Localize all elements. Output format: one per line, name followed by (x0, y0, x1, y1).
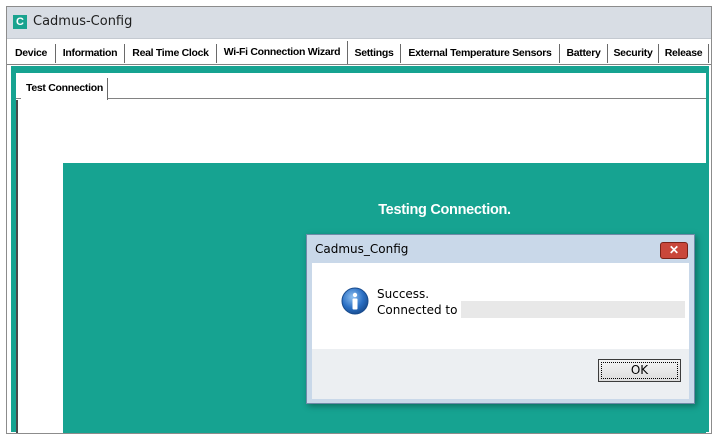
window-title: Cadmus-Config (33, 14, 133, 29)
tab-external-temperature-sensors[interactable]: External Temperature Sensors (401, 44, 560, 63)
info-icon (341, 287, 369, 315)
sub-tab-strip: Test Connection (16, 73, 706, 100)
app-icon: C (13, 15, 27, 29)
tab-release[interactable]: Release (659, 44, 709, 63)
message-connected-label: Connected to (377, 302, 458, 317)
title-bar[interactable]: C Cadmus-Config (7, 7, 711, 39)
tab-real-time-clock[interactable]: Real Time Clock (125, 44, 217, 63)
tab-security[interactable]: Security (608, 44, 659, 63)
tab-settings[interactable]: Settings (348, 44, 401, 63)
tab-device[interactable]: Device (7, 44, 56, 63)
dialog-body: Success. Connected to (312, 263, 689, 349)
close-button[interactable]: ✕ (660, 242, 688, 259)
dialog-title-bar[interactable]: Cadmus_Config ✕ (307, 235, 694, 263)
tab-wifi-connection-wizard[interactable]: Wi-Fi Connection Wizard (217, 41, 348, 64)
status-text: Testing Connection. (378, 202, 511, 218)
tab-test-connection[interactable]: Test Connection (21, 78, 108, 100)
ok-button[interactable]: OK (598, 359, 681, 382)
dialog-message: Success. Connected to (377, 287, 686, 318)
main-tab-strip: Device Information Real Time Clock Wi-Fi… (7, 41, 711, 65)
message-success: Success. (377, 287, 430, 301)
close-icon: ✕ (668, 243, 680, 257)
message-connected-row: Connected to (377, 301, 686, 318)
connected-network-value (461, 301, 686, 318)
dialog-title: Cadmus_Config (315, 242, 409, 256)
tab-information[interactable]: Information (56, 44, 125, 63)
dialog-footer: OK (312, 349, 689, 399)
tab-battery[interactable]: Battery (560, 44, 608, 63)
message-dialog: Cadmus_Config ✕ Success. Connected to OK (306, 234, 695, 404)
